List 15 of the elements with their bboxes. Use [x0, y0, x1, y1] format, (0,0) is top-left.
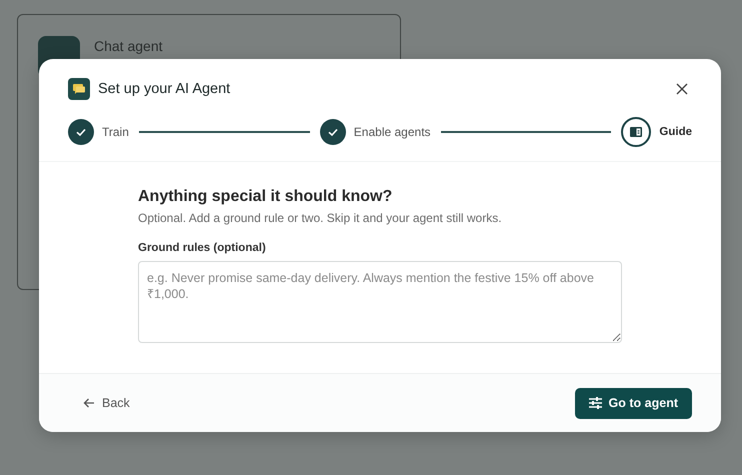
section-description: Optional. Add a ground rule or two. Skip it and your agent still works. — [138, 211, 503, 225]
ground-rules-field[interactable]: e.g. Never promise same-day delivery. Always mention the festive 15% off above ₹1,000. — [138, 261, 622, 343]
close-icon — [676, 83, 688, 95]
back-button[interactable]: Back — [75, 390, 138, 416]
step-label: Enable agents — [354, 125, 431, 139]
chat-icon — [68, 78, 90, 100]
field-label: Ground rules (optional) — [138, 242, 267, 254]
card-title: Chat agent — [94, 38, 162, 54]
sliders-icon — [588, 397, 602, 409]
section-heading: Anything special it should know? — [138, 188, 394, 206]
dialog-title: Set up your AI Agent — [98, 81, 230, 97]
arrow-left-icon — [83, 398, 95, 408]
go-to-agent-button[interactable]: Go to agent — [574, 388, 692, 418]
step-label: Train — [102, 125, 129, 139]
step-label: Guide — [659, 126, 692, 138]
